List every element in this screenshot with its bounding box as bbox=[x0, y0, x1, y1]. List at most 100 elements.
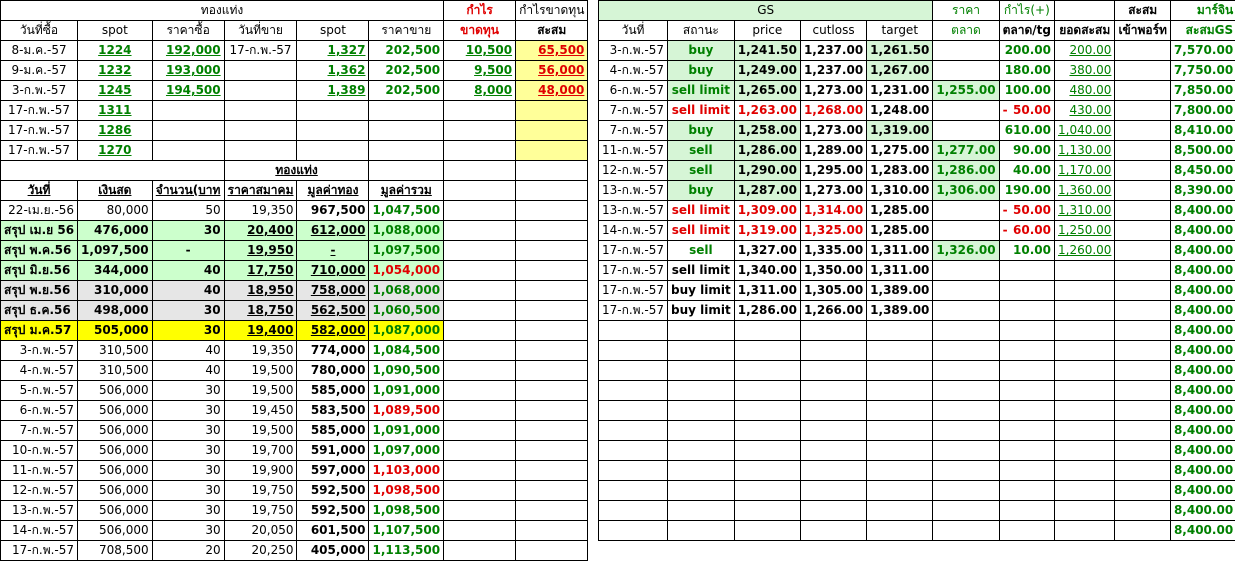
gs-group-header[interactable]: GS bbox=[599, 1, 933, 21]
cum-group-header[interactable]: สะสม bbox=[1115, 1, 1171, 21]
summary-spacer[interactable] bbox=[516, 461, 588, 481]
gs-cell[interactable] bbox=[1115, 301, 1171, 321]
gs-cell[interactable] bbox=[1115, 261, 1171, 281]
empty-cell[interactable] bbox=[734, 501, 800, 521]
summary-spacer[interactable] bbox=[516, 241, 588, 261]
gs-cell[interactable]: 13-ก.พ.-57 bbox=[599, 201, 668, 221]
summary-cell[interactable]: 1,060,500 bbox=[369, 301, 444, 321]
trade-cell[interactable]: 1286 bbox=[78, 121, 153, 141]
gs-profit-cell[interactable]: 10.00 bbox=[999, 241, 1054, 261]
empty-cell[interactable] bbox=[734, 521, 800, 541]
trade-cell[interactable] bbox=[516, 101, 588, 121]
summary-spacer[interactable] bbox=[516, 481, 588, 501]
summary-cell[interactable]: 344,000 bbox=[78, 261, 153, 281]
summary-cell[interactable]: 1,103,000 bbox=[369, 461, 444, 481]
gs-cell[interactable]: 1,389.00 bbox=[867, 301, 933, 321]
empty-cell[interactable] bbox=[867, 381, 933, 401]
summary-cell[interactable]: 13-ก.พ.-57 bbox=[1, 501, 78, 521]
summary-spacer[interactable] bbox=[444, 341, 516, 361]
summary-cell[interactable]: 5-ก.พ.-57 bbox=[1, 381, 78, 401]
summary-cell[interactable]: 591,000 bbox=[297, 441, 369, 461]
gs-cell[interactable] bbox=[933, 301, 999, 321]
empty-cell[interactable] bbox=[933, 341, 999, 361]
column-header[interactable]: spot bbox=[78, 21, 153, 41]
empty-cell[interactable] bbox=[599, 501, 668, 521]
summary-spacer[interactable] bbox=[516, 521, 588, 541]
gs-cell[interactable]: 1,310.00 bbox=[1055, 201, 1115, 221]
summary-column-header[interactable]: เงินสด bbox=[78, 181, 153, 201]
empty-cell[interactable] bbox=[1055, 381, 1115, 401]
margin-cell[interactable]: 8,400.00 bbox=[1170, 381, 1235, 401]
summary-cell[interactable]: 585,000 bbox=[297, 381, 369, 401]
empty-cell[interactable] bbox=[734, 381, 800, 401]
empty-cell[interactable] bbox=[734, 321, 800, 341]
trade-cell[interactable]: 48,000 bbox=[516, 81, 588, 101]
empty-cell[interactable] bbox=[599, 361, 668, 381]
gs-status-cell[interactable]: sell limit bbox=[668, 201, 735, 221]
gs-cell[interactable] bbox=[1115, 121, 1171, 141]
gs-cell[interactable]: 1,275.00 bbox=[867, 141, 933, 161]
summary-cell[interactable]: 1,097,000 bbox=[369, 441, 444, 461]
empty-cell[interactable] bbox=[800, 361, 866, 381]
gs-profit-cell[interactable] bbox=[999, 301, 1054, 321]
trade-cell[interactable] bbox=[297, 141, 369, 161]
summary-cell[interactable]: 22-เม.ย.-56 bbox=[1, 201, 78, 221]
gs-cell[interactable]: 1,306.00 bbox=[933, 181, 999, 201]
trade-cell[interactable] bbox=[444, 121, 516, 141]
summary-cell[interactable]: 1,098,500 bbox=[369, 481, 444, 501]
gs-cell[interactable] bbox=[1115, 81, 1171, 101]
summary-cell[interactable]: 19,750 bbox=[224, 501, 297, 521]
summary-cell[interactable]: 7-ก.พ.-57 bbox=[1, 421, 78, 441]
gs-cell[interactable]: 7-ก.พ.-57 bbox=[599, 121, 668, 141]
gs-status-cell[interactable]: buy bbox=[668, 181, 735, 201]
gs-cell[interactable]: 1,285.00 bbox=[867, 201, 933, 221]
trade-cell[interactable] bbox=[297, 101, 369, 121]
gs-cell[interactable]: 1,286.00 bbox=[933, 161, 999, 181]
gs-profit-cell[interactable]: 200.00 bbox=[999, 41, 1054, 61]
profit-group-header[interactable]: กำไร(+) bbox=[999, 1, 1054, 21]
trade-cell[interactable]: 1,389 bbox=[297, 81, 369, 101]
summary-column-header[interactable]: จำนวน(บาท bbox=[152, 181, 224, 201]
summary-spacer[interactable] bbox=[444, 421, 516, 441]
gs-cell[interactable]: 1,311.00 bbox=[867, 241, 933, 261]
empty-cell[interactable] bbox=[800, 341, 866, 361]
summary-cell[interactable]: 1,097,500 bbox=[369, 241, 444, 261]
gs-cell[interactable]: 1,310.00 bbox=[867, 181, 933, 201]
column-header[interactable]: ขาดทุน bbox=[444, 21, 516, 41]
summary-cell[interactable]: 506,000 bbox=[78, 401, 153, 421]
summary-cell[interactable]: 30 bbox=[152, 481, 224, 501]
trade-cell[interactable] bbox=[516, 121, 588, 141]
gs-cell[interactable]: 1,340.00 bbox=[734, 261, 800, 281]
gs-cell[interactable] bbox=[1115, 221, 1171, 241]
gs-cell[interactable]: 1,286.00 bbox=[734, 141, 800, 161]
empty-cell[interactable] bbox=[599, 441, 668, 461]
gs-status-cell[interactable]: sell limit bbox=[668, 81, 735, 101]
gs-cell[interactable]: 1,231.00 bbox=[867, 81, 933, 101]
gs-cell[interactable]: 1,255.00 bbox=[933, 81, 999, 101]
empty-cell[interactable] bbox=[867, 441, 933, 461]
gs-profit-cell[interactable] bbox=[999, 261, 1054, 281]
empty-cell[interactable] bbox=[999, 441, 1054, 461]
summary-cell[interactable]: 10-ก.พ.-57 bbox=[1, 441, 78, 461]
gs-cell[interactable]: 200.00 bbox=[1055, 41, 1115, 61]
summary-cell[interactable]: 505,000 bbox=[78, 321, 153, 341]
trade-cell[interactable]: 17-ก.พ.-57 bbox=[1, 141, 78, 161]
empty-cell[interactable] bbox=[1115, 441, 1171, 461]
empty-cell[interactable] bbox=[933, 321, 999, 341]
empty-cell[interactable] bbox=[867, 501, 933, 521]
summary-cell[interactable]: 612,000 bbox=[297, 221, 369, 241]
gs-column-header[interactable]: สถานะ bbox=[668, 21, 735, 41]
trade-cell[interactable] bbox=[297, 121, 369, 141]
summary-cell[interactable]: 562,500 bbox=[297, 301, 369, 321]
summary-spacer[interactable] bbox=[444, 541, 516, 561]
price-sub-header[interactable]: ตลาด bbox=[933, 21, 999, 41]
summary-spacer[interactable] bbox=[1, 161, 225, 181]
gs-cell[interactable]: 17-ก.พ.-57 bbox=[599, 301, 668, 321]
trade-cell[interactable]: 9,500 bbox=[444, 61, 516, 81]
summary-cell[interactable]: - bbox=[152, 241, 224, 261]
gs-cell[interactable]: 4-ก.พ.-57 bbox=[599, 61, 668, 81]
summary-cell[interactable]: 310,500 bbox=[78, 341, 153, 361]
summary-spacer[interactable] bbox=[516, 401, 588, 421]
gs-cell[interactable]: 7-ก.พ.-57 bbox=[599, 101, 668, 121]
gs-cell[interactable]: 8,500.00 bbox=[1170, 141, 1235, 161]
